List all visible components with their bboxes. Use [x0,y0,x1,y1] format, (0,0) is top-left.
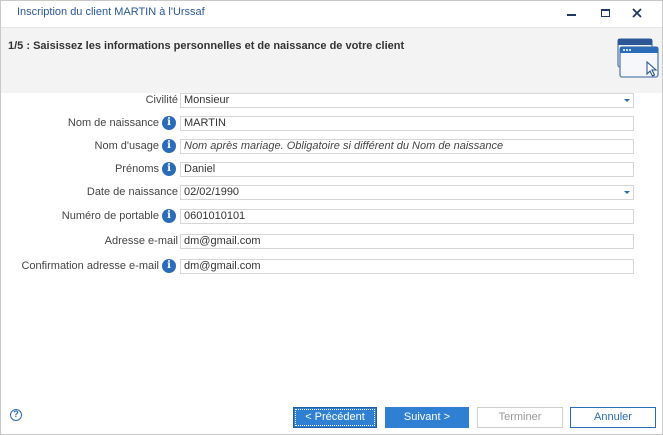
email-value: dm@gmail.com [184,235,261,247]
close-button[interactable] [622,3,652,23]
dialog-window: Inscription du client MARTIN à l'Urssaf … [0,0,663,435]
info-icon[interactable]: i [162,116,176,130]
email-confirm-row: Confirmation adresse e-mail i dm@gmail.c… [1,259,662,275]
email-label: Adresse e-mail [104,235,178,247]
close-icon [632,8,642,18]
step-title: 1/5 : Saisissez les informations personn… [8,40,405,52]
portable-label: Numéro de portable [61,210,159,222]
date-naissance-value: 02/02/1990 [184,186,240,198]
maximize-icon [600,9,610,17]
nom-naissance-input[interactable]: MARTIN [180,116,634,131]
date-naissance-label: Date de naissance [86,186,178,198]
info-icon[interactable]: i [162,162,176,176]
next-button[interactable]: Suivant > [385,407,469,428]
civilite-value: Monsieur [184,94,230,106]
cancel-button[interactable]: Annuler [570,407,656,428]
civilite-select[interactable]: Monsieur [180,93,634,108]
nom-naissance-label: Nom de naissance [67,117,159,129]
email-confirm-value: dm@gmail.com [184,260,261,272]
prenoms-input[interactable]: Daniel [180,162,634,177]
finish-button[interactable]: Terminer [477,407,563,428]
prenoms-label: Prénoms [114,163,159,175]
civilite-label: Civilité [145,94,178,106]
portable-value: 0601010101 [184,210,246,222]
info-icon[interactable]: i [162,209,176,223]
prenoms-row: Prénoms i Daniel [1,162,662,178]
step-header: 1/5 : Saisissez les informations personn… [1,27,662,93]
portable-input[interactable]: 0601010101 [180,209,634,224]
info-icon[interactable]: i [162,259,176,273]
window-title: Inscription du client MARTIN à l'Urssaf [17,6,205,18]
minimize-icon [566,14,576,16]
info-icon[interactable]: i [162,139,176,153]
email-confirm-label: Confirmation adresse e-mail [21,260,159,272]
title-bar[interactable]: Inscription du client MARTIN à l'Urssaf [1,1,662,25]
window-cursor-icon [617,38,659,78]
email-confirm-input[interactable]: dm@gmail.com [180,259,634,274]
date-naissance-picker[interactable]: 02/02/1990 [180,185,634,200]
nom-naissance-row: Nom de naissance i MARTIN [1,116,662,132]
nom-usage-input[interactable]: Nom après mariage. Obligatoire si différ… [180,139,634,154]
nom-usage-label: Nom d'usage [94,140,159,152]
help-icon[interactable]: ? [10,409,22,421]
civilite-row: Civilité Monsieur [1,93,662,109]
previous-button[interactable]: < Précédent [293,407,377,428]
chevron-down-icon[interactable] [624,191,630,194]
nom-usage-row: Nom d'usage i Nom après mariage. Obligat… [1,139,662,155]
chevron-down-icon[interactable] [624,99,630,102]
nom-naissance-value: MARTIN [184,117,226,129]
prenoms-value: Daniel [184,163,216,175]
email-row: Adresse e-mail dm@gmail.com [1,234,662,250]
minimize-button[interactable] [556,3,586,23]
date-naissance-row: Date de naissance 02/02/1990 [1,185,662,201]
maximize-button[interactable] [590,3,620,23]
portable-row: Numéro de portable i 0601010101 [1,209,662,225]
dialog-footer: ? < Précédent Suivant > Terminer Annuler [1,396,662,434]
nom-usage-placeholder: Nom après mariage. Obligatoire si différ… [184,140,504,152]
email-input[interactable]: dm@gmail.com [180,234,634,249]
